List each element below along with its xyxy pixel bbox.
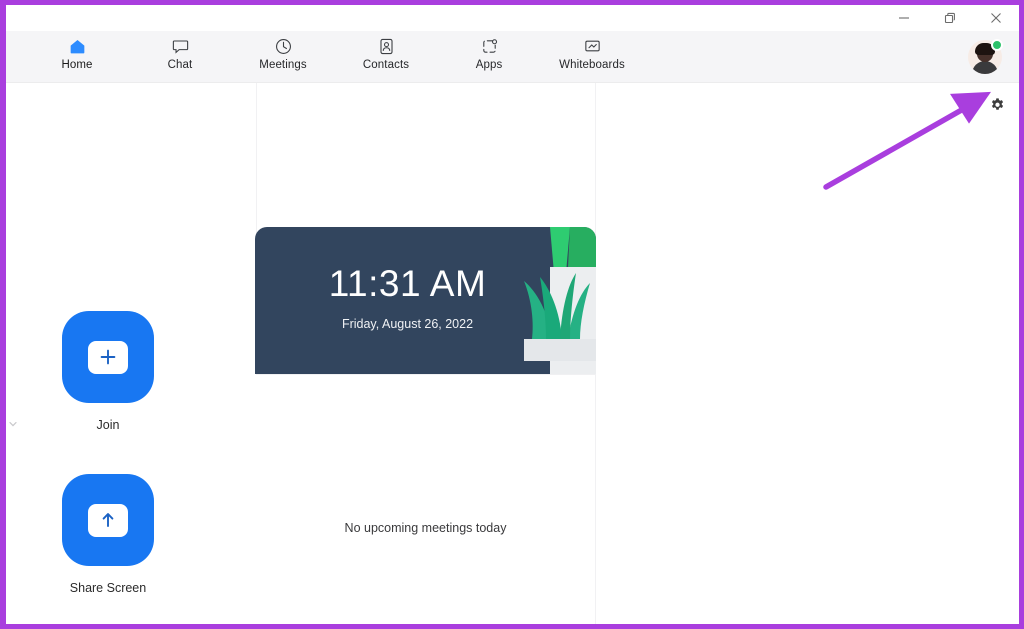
apps-icon [480, 36, 499, 56]
nav-item-contacts[interactable]: Contacts [351, 36, 421, 71]
nav-label-meetings: Meetings [259, 59, 307, 71]
nav-label-apps: Apps [475, 59, 503, 71]
nav-label-contacts: Contacts [362, 59, 410, 71]
sidebar-collapse-toggle[interactable] [6, 416, 20, 432]
upcoming-meetings-list: No upcoming meetings today [256, 374, 595, 624]
avatar-body [972, 61, 998, 74]
join-tile [62, 311, 154, 403]
main-navigation-bar: Home Chat Meetings Contacts Apps Whitebo… [6, 31, 1019, 83]
settings-button[interactable] [985, 96, 1009, 120]
screenshot-frame: Home Chat Meetings Contacts Apps Whitebo… [0, 0, 1024, 629]
up-arrow-icon [88, 503, 128, 537]
maximize-restore-button[interactable] [927, 5, 973, 31]
nav-items: Home Chat Meetings Contacts Apps Whitebo… [42, 31, 627, 83]
nav-label-home: Home [61, 59, 93, 71]
quick-actions: Join Share Screen [59, 311, 157, 595]
share-screen-label: Share Screen [69, 581, 147, 595]
right-pane [596, 83, 1019, 624]
nav-item-home[interactable]: Home [42, 36, 112, 71]
status-badge [991, 39, 1003, 51]
avatar[interactable] [968, 39, 1003, 74]
close-button[interactable] [973, 5, 1019, 31]
nav-item-chat[interactable]: Chat [145, 36, 215, 71]
whiteboard-icon [583, 36, 602, 56]
current-time: 11:31 AM [328, 263, 487, 304]
nav-item-whiteboards[interactable]: Whiteboards [557, 36, 627, 71]
minimize-button[interactable] [881, 5, 927, 31]
nav-item-apps[interactable]: Apps [454, 36, 524, 71]
nav-label-chat: Chat [167, 59, 193, 71]
share-screen-button[interactable]: Share Screen [59, 474, 157, 595]
meeting-card-header: 11:31 AM Friday, August 26, 2022 [255, 227, 596, 374]
current-date: Friday, August 26, 2022 [341, 317, 474, 331]
share-screen-tile [62, 474, 154, 566]
clock-icon [274, 36, 293, 56]
gear-icon [989, 97, 1006, 119]
home-icon [68, 36, 87, 56]
nav-item-meetings[interactable]: Meetings [248, 36, 318, 71]
plus-icon [88, 340, 128, 374]
home-content: Join Share Screen 11:31 AM Friday, Augus… [6, 83, 1019, 624]
join-button[interactable]: Join [59, 311, 157, 432]
chat-icon [171, 36, 190, 56]
window-titlebar [6, 5, 1019, 31]
zoom-app-window: Home Chat Meetings Contacts Apps Whitebo… [6, 5, 1019, 624]
empty-state-message: No upcoming meetings today [344, 521, 507, 535]
contacts-icon [377, 36, 396, 56]
nav-label-whiteboards: Whiteboards [559, 59, 625, 71]
join-label: Join [96, 418, 120, 432]
